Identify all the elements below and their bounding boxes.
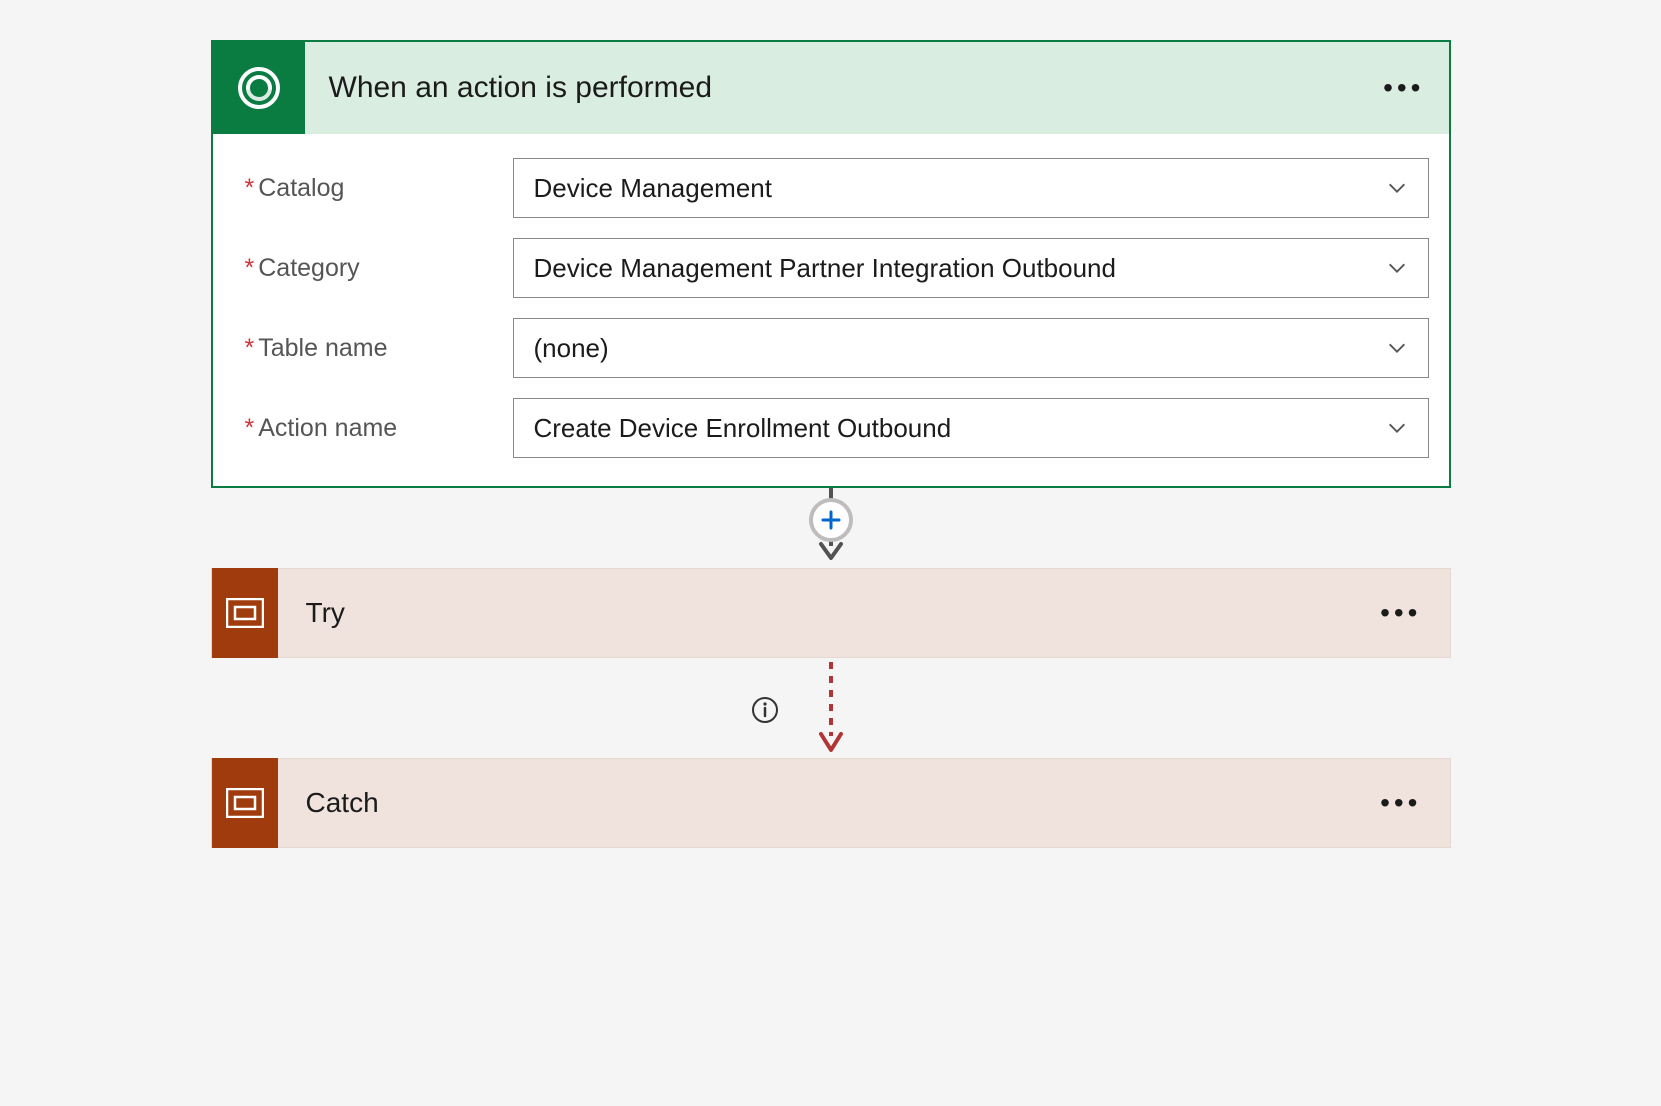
table-name-select-value: (none) <box>534 333 609 364</box>
catch-icon-box <box>212 758 278 848</box>
try-more-button[interactable]: ••• <box>1380 599 1421 627</box>
try-step-card[interactable]: Try ••• <box>211 568 1451 658</box>
chevron-down-icon <box>1386 177 1408 199</box>
chevron-down-icon <box>1386 417 1408 439</box>
field-row-category: *Category Device Management Partner Inte… <box>233 238 1429 298</box>
required-star-icon: * <box>245 414 255 442</box>
scope-icon <box>226 598 264 628</box>
required-star-icon: * <box>245 334 255 362</box>
category-select-value: Device Management Partner Integration Ou… <box>534 253 1116 284</box>
info-icon[interactable] <box>751 696 779 724</box>
catch-more-button[interactable]: ••• <box>1380 789 1421 817</box>
try-icon-box <box>212 568 278 658</box>
required-star-icon: * <box>245 254 255 282</box>
field-label-action-name: *Action name <box>233 414 513 443</box>
catch-step-title: Catch <box>306 787 379 819</box>
trigger-header[interactable]: When an action is performed ••• <box>213 42 1449 134</box>
field-label-text: Catalog <box>258 174 344 202</box>
trigger-card: When an action is performed ••• *Catalog… <box>211 40 1451 488</box>
table-name-select[interactable]: (none) <box>513 318 1429 378</box>
field-label-table-name: *Table name <box>233 334 513 363</box>
dataverse-swirl-icon <box>234 63 284 113</box>
try-step-title: Try <box>306 597 345 629</box>
action-name-select-value: Create Device Enrollment Outbound <box>534 413 952 444</box>
catch-step-card[interactable]: Catch ••• <box>211 758 1451 848</box>
required-star-icon: * <box>245 174 255 202</box>
field-label-text: Category <box>258 254 359 282</box>
chevron-down-icon <box>1386 337 1408 359</box>
trigger-title: When an action is performed <box>329 71 713 105</box>
field-label-catalog: *Catalog <box>233 174 513 203</box>
plus-icon <box>819 508 843 532</box>
dashed-arrow-down-icon <box>811 658 851 758</box>
trigger-more-button[interactable]: ••• <box>1383 74 1424 102</box>
catalog-select[interactable]: Device Management <box>513 158 1429 218</box>
field-label-text: Table name <box>258 334 387 362</box>
trigger-icon-box <box>213 42 305 134</box>
field-row-table-name: *Table name (none) <box>233 318 1429 378</box>
connector-trigger-to-try <box>811 488 851 568</box>
connector-try-to-catch <box>211 658 1451 758</box>
field-row-catalog: *Catalog Device Management <box>233 158 1429 218</box>
catalog-select-value: Device Management <box>534 173 772 204</box>
category-select[interactable]: Device Management Partner Integration Ou… <box>513 238 1429 298</box>
add-step-button[interactable] <box>809 498 853 542</box>
field-label-text: Action name <box>258 414 397 442</box>
field-row-action-name: *Action name Create Device Enrollment Ou… <box>233 398 1429 458</box>
scope-icon <box>226 788 264 818</box>
chevron-down-icon <box>1386 257 1408 279</box>
field-label-category: *Category <box>233 254 513 283</box>
trigger-body: *Catalog Device Management *Category Dev… <box>213 134 1449 486</box>
action-name-select[interactable]: Create Device Enrollment Outbound <box>513 398 1429 458</box>
flow-designer-canvas: When an action is performed ••• *Catalog… <box>60 40 1601 848</box>
